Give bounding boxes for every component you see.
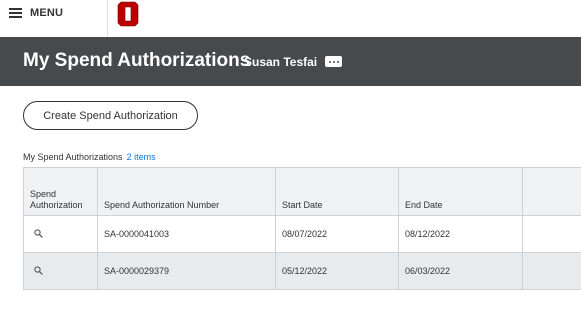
column-header-number[interactable]: Spend Authorization Number bbox=[97, 167, 276, 216]
column-header-end-date[interactable]: End Date bbox=[398, 167, 523, 216]
end-date-cell: 08/12/2022 bbox=[398, 215, 523, 253]
extra-cell bbox=[522, 252, 581, 290]
dot-icon bbox=[332, 60, 335, 63]
ohio-state-logo-icon[interactable] bbox=[115, 0, 141, 28]
start-date-cell: 08/07/2022 bbox=[275, 215, 399, 253]
topbar-divider bbox=[107, 0, 108, 37]
dot-icon bbox=[328, 60, 331, 63]
number-cell: SA-0000041003 bbox=[97, 215, 276, 253]
worker-name-link[interactable]: Susan Tesfai bbox=[244, 55, 317, 69]
column-header-start-date[interactable]: Start Date bbox=[275, 167, 399, 216]
spend-authorizations-table: Spend Authorization Spend Authorization … bbox=[23, 167, 581, 290]
start-date-cell: 05/12/2022 bbox=[275, 252, 399, 290]
table-row: SA-0000029379 05/12/2022 06/03/2022 bbox=[23, 252, 581, 290]
search-icon[interactable] bbox=[34, 265, 43, 275]
menu-label: MENU bbox=[30, 7, 64, 19]
table-header-row: Spend Authorization Spend Authorization … bbox=[23, 167, 581, 216]
view-cell[interactable] bbox=[23, 215, 98, 253]
extra-cell bbox=[522, 215, 581, 253]
table-row: SA-0000041003 08/07/2022 08/12/2022 bbox=[23, 215, 581, 253]
search-icon[interactable] bbox=[34, 228, 43, 238]
related-actions-button[interactable] bbox=[325, 56, 342, 67]
grid-title-label: My Spend Authorizations bbox=[23, 152, 123, 162]
column-header-extra[interactable] bbox=[522, 167, 581, 216]
end-date-cell: 06/03/2022 bbox=[398, 252, 523, 290]
grid-title: My Spend Authorizations 2 items bbox=[23, 152, 156, 162]
number-cell: SA-0000029379 bbox=[97, 252, 276, 290]
menu-button[interactable]: MENU bbox=[9, 5, 63, 21]
dot-icon bbox=[336, 60, 339, 63]
view-cell[interactable] bbox=[23, 252, 98, 290]
column-header-spend-authorization[interactable]: Spend Authorization bbox=[23, 167, 98, 216]
create-spend-authorization-button[interactable]: Create Spend Authorization bbox=[23, 101, 198, 130]
page-title: My Spend Authorizations bbox=[23, 50, 251, 71]
top-bar: MENU bbox=[0, 0, 581, 37]
grid-item-count: 2 items bbox=[126, 152, 156, 162]
page-header: My Spend Authorizations Susan Tesfai bbox=[0, 37, 581, 86]
hamburger-icon bbox=[9, 8, 22, 18]
